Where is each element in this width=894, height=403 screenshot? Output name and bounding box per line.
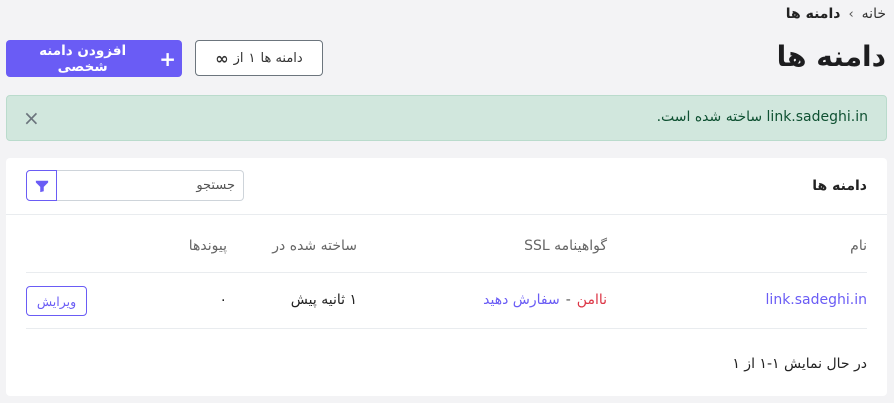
domain-link[interactable]: link.sadeghi.in [766,292,867,308]
breadcrumb: خانه › دامنه ها [786,6,886,22]
domain-quota-box: دامنه ها ۱ از ∞ [195,40,323,76]
success-alert: link.sadeghi.in ساخته شده است. × [6,95,887,141]
add-domain-label: افزودن دامنه شخصی [39,42,127,75]
search-group [26,170,244,201]
filter-button[interactable] [26,170,57,201]
quota-label: دامنه ها [260,50,303,66]
table-divider [26,328,867,329]
add-custom-domain-button[interactable]: + افزودن دامنه شخصی [6,40,182,77]
alert-domain: link.sadeghi.in [766,109,868,125]
card-header: دامنه ها [6,158,887,215]
column-header-created: ساخته شده در [272,238,357,254]
quota-of: از [233,50,244,66]
card-title: دامنه ها [812,178,867,194]
ssl-separator: - [565,292,571,308]
breadcrumb-current: دامنه ها [785,6,841,22]
alert-text: ساخته شده است. [656,109,763,125]
close-icon[interactable]: × [23,106,40,130]
filter-icon [35,180,48,192]
ssl-order-link[interactable]: سفارش دهید [483,292,560,308]
infinity-icon: ∞ [215,48,229,68]
domains-card: دامنه ها نام گواهینامه SSL ساخته شده در … [6,158,887,396]
column-header-ssl: گواهینامه SSL [524,238,607,254]
chevron-icon: › [848,6,854,22]
ssl-cell: ناامن-سفارش دهید [483,292,607,308]
search-input[interactable] [57,170,244,201]
ssl-status: ناامن [576,292,607,308]
pagination-summary: در حال نمایش ۱-۱ از ۱ [732,356,867,372]
links-count-cell: ۰ [219,292,227,308]
column-header-links: پیوندها [188,238,227,254]
breadcrumb-home-link[interactable]: خانه [862,6,886,22]
created-cell: ۱ ثانیه پیش [290,292,357,308]
quota-used: ۱ [248,50,256,66]
table-divider [26,272,867,273]
edit-button[interactable]: ویرایش [26,286,87,316]
page-title: دامنه ها [776,40,886,73]
alert-message: link.sadeghi.in ساخته شده است. [657,109,868,125]
column-header-name: نام [850,238,867,254]
plus-icon: + [159,46,176,71]
